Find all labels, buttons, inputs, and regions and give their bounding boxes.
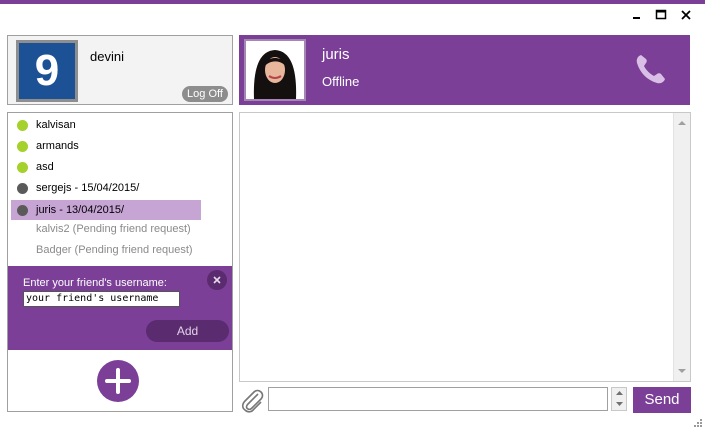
spin-down-icon[interactable]: [612, 399, 626, 410]
send-button[interactable]: Send: [633, 387, 691, 413]
friend-label: armands: [36, 140, 79, 152]
friend-item[interactable]: kalvisan: [11, 115, 201, 135]
online-status-icon: [17, 161, 28, 173]
friend-item[interactable]: armands: [11, 136, 201, 156]
username: devini: [90, 49, 124, 64]
phone-icon[interactable]: [633, 51, 669, 87]
resize-grip-icon[interactable]: [692, 417, 703, 428]
logoff-button[interactable]: Log Off: [182, 86, 228, 102]
contact-header: juris Offline: [239, 35, 690, 105]
close-icon[interactable]: [678, 7, 694, 23]
close-add-panel-icon[interactable]: [207, 270, 227, 290]
contact-status: Offline: [322, 74, 360, 89]
contact-name: juris: [322, 46, 350, 63]
avatar-text: 9: [34, 46, 60, 95]
friend-label: juris - 13/04/2015/: [36, 204, 125, 216]
spin-up-icon[interactable]: [612, 388, 626, 399]
add-friend-label: Enter your friend's username:: [23, 277, 167, 289]
friend-item-selected[interactable]: juris - 13/04/2015/: [11, 200, 201, 220]
friend-label: asd: [36, 161, 54, 173]
contact-avatar: [244, 39, 306, 101]
message-spinner[interactable]: [611, 387, 627, 411]
title-bar-accent: [0, 0, 705, 4]
chat-scrollbar[interactable]: [673, 113, 690, 381]
online-status-icon: [17, 119, 28, 131]
paperclip-icon[interactable]: [240, 388, 266, 414]
offline-status-icon: [17, 204, 28, 216]
user-panel: 9 devini Log Off: [7, 35, 233, 105]
chat-messages-area[interactable]: [239, 112, 691, 382]
friend-item[interactable]: sergejs - 15/04/2015/: [11, 178, 201, 198]
scroll-down-icon[interactable]: [674, 363, 690, 379]
add-friend-button[interactable]: Add: [146, 320, 229, 342]
minimize-icon[interactable]: [629, 7, 645, 23]
offline-status-icon: [17, 182, 28, 194]
add-friend-plus-icon[interactable]: [97, 360, 139, 402]
user-avatar: 9: [16, 40, 78, 102]
scroll-up-icon[interactable]: [674, 115, 690, 131]
friend-username-input[interactable]: your friend's username: [23, 291, 180, 307]
add-friend-panel: Enter your friend's username: your frien…: [8, 266, 232, 350]
pending-request[interactable]: kalvis2 (Pending friend request): [36, 223, 191, 235]
online-status-icon: [17, 140, 28, 152]
friend-label: kalvisan: [36, 119, 76, 131]
friend-label: sergejs - 15/04/2015/: [36, 182, 140, 194]
pending-request[interactable]: Badger (Pending friend request): [36, 244, 193, 256]
message-input[interactable]: [268, 387, 608, 411]
friends-panel: kalvisan armands asd sergejs - 15/04/201…: [7, 112, 233, 412]
friend-item[interactable]: asd: [11, 157, 201, 177]
maximize-icon[interactable]: [653, 7, 669, 23]
